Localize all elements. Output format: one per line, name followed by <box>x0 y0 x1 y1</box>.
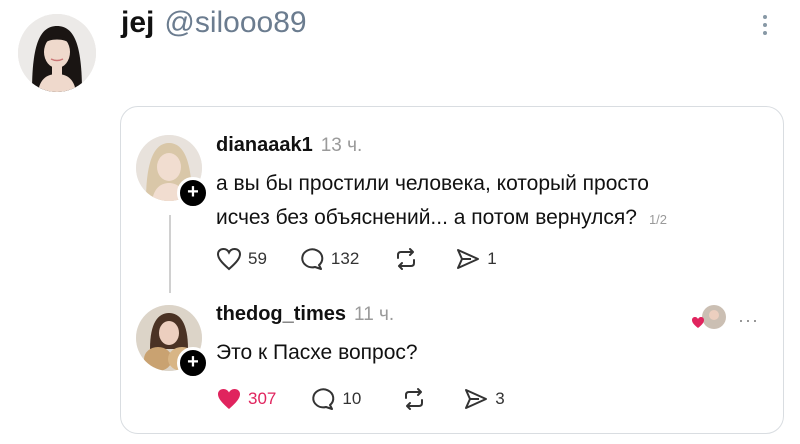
thread-connector-line <box>169 215 171 293</box>
liked-by-author-badge[interactable] <box>690 304 730 334</box>
author-handle[interactable]: @silooo89 <box>164 6 306 40</box>
heart-icon <box>216 247 242 271</box>
more-horizontal-icon[interactable]: ··· <box>738 310 759 331</box>
author-liked-icon <box>692 305 726 329</box>
repost-button[interactable] <box>401 387 433 411</box>
send-icon <box>457 249 480 269</box>
share-count: 3 <box>495 389 505 408</box>
post1-text-line2: исчез без объяснений... а потом вернулся… <box>216 206 637 229</box>
post1-header: dianaaak1 13 ч. <box>216 134 362 157</box>
post2-username[interactable]: thedog_times <box>216 303 346 326</box>
comment-icon <box>301 248 324 270</box>
share-count: 1 <box>487 249 497 268</box>
comment-icon <box>312 388 335 410</box>
reply-count: 132 <box>330 249 360 268</box>
more-vertical-icon[interactable] <box>760 12 770 46</box>
reply-count: 10 <box>342 389 362 408</box>
author-avatar[interactable] <box>18 14 96 92</box>
share-button[interactable]: 1 <box>455 247 497 271</box>
tweet-header: jej @silooo89 <box>121 6 307 40</box>
follow-plus-icon[interactable]: + <box>177 347 209 379</box>
reply-button[interactable]: 10 <box>310 387 361 411</box>
like-count: 307 <box>248 389 277 408</box>
repost-button[interactable] <box>393 247 425 271</box>
repost-icon <box>397 248 416 270</box>
share-button[interactable]: 3 <box>463 387 505 411</box>
post1-text: а вы бы простили человека, который прост… <box>216 167 667 237</box>
post1-username[interactable]: dianaaak1 <box>216 134 313 157</box>
post1-actions: 59 132 1 <box>216 247 497 271</box>
repost-icon <box>405 388 424 410</box>
like-button[interactable]: 59 <box>216 247 267 271</box>
reply-button[interactable]: 132 <box>299 247 359 271</box>
post1-text-line1: а вы бы простили человека, который прост… <box>216 172 649 195</box>
post2-header: thedog_times 11 ч. <box>216 303 394 326</box>
author-name[interactable]: jej <box>121 6 154 40</box>
post2-text: Это к Пасхе вопрос? <box>216 341 418 364</box>
post1-pager: 1/2 <box>648 212 668 227</box>
post1-time: 13 ч. <box>320 135 363 156</box>
avatar-portrait <box>18 14 96 92</box>
like-button[interactable]: 307 <box>216 387 276 411</box>
post2-actions: 307 10 3 <box>216 387 505 411</box>
post1-text-line2-wrap: исчез без объяснений... а потом вернулся… <box>216 201 667 237</box>
post2-time: 11 ч. <box>354 304 395 325</box>
send-icon <box>465 389 488 409</box>
follow-plus-icon[interactable]: + <box>177 177 209 209</box>
like-count: 59 <box>248 249 267 268</box>
heart-filled-icon <box>218 389 240 409</box>
